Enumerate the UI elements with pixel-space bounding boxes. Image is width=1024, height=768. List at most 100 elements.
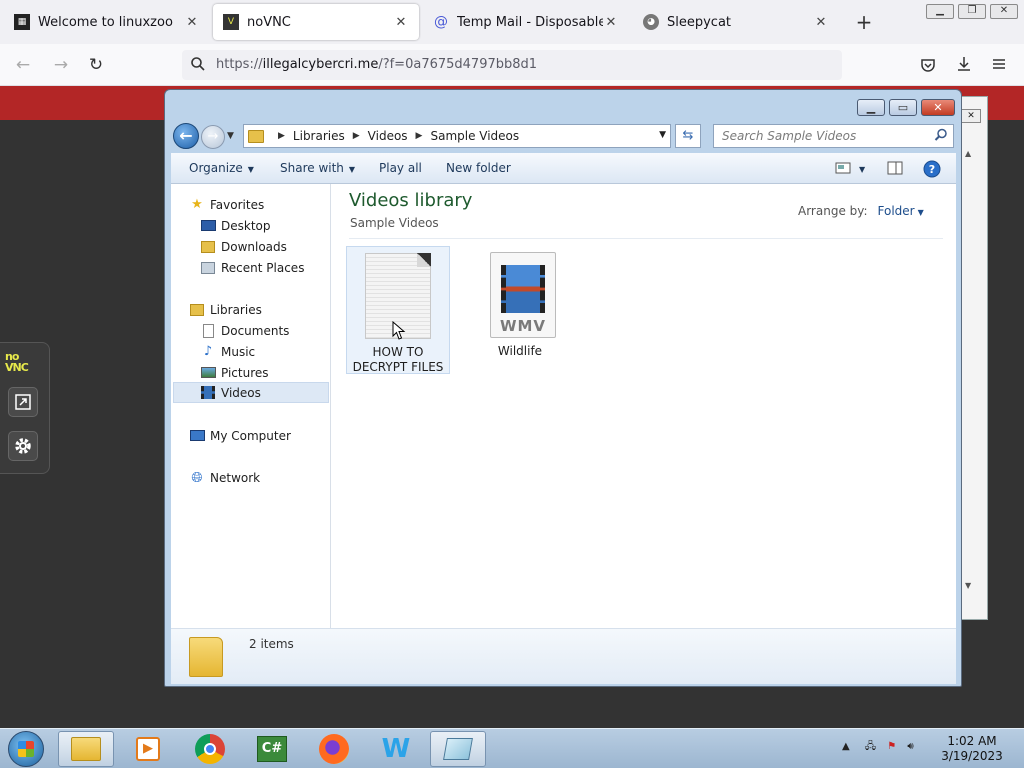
refresh-button[interactable]: ⇆ <box>675 124 701 148</box>
nav-libraries[interactable]: Libraries <box>189 299 345 320</box>
reload-icon[interactable]: ↻ <box>85 54 107 76</box>
new-folder-button[interactable]: New folder <box>446 161 511 175</box>
navigation-pane: ★ Favorites Desktop Downloads Recent Pla… <box>171 184 331 628</box>
taskbar-media-player[interactable]: ▶ <box>120 731 176 767</box>
tab-sleepycat[interactable]: ◕ Sleepycat ✕ <box>633 4 839 40</box>
mouse-cursor-icon <box>392 321 406 340</box>
fullscreen-icon <box>15 394 31 410</box>
cat-icon: ◕ <box>643 14 659 30</box>
minimize-window-button[interactable]: ▁ <box>857 99 885 116</box>
close-icon[interactable]: ✕ <box>961 109 981 123</box>
url-bar[interactable]: https://illegalcybercri.me/?f=0a7675d479… <box>182 50 842 80</box>
close-window-button[interactable]: ✕ <box>921 99 955 116</box>
chevron-right-icon[interactable]: ▶ <box>278 131 285 141</box>
taskbar-notepad[interactable] <box>430 731 486 767</box>
close-tab-icon[interactable]: ✕ <box>603 15 619 30</box>
search-icon <box>934 128 947 141</box>
chrome-icon <box>195 734 225 764</box>
file-type-label: WMV <box>499 317 547 335</box>
linuxzoo-icon: ▦ <box>14 14 30 30</box>
menu-icon[interactable] <box>991 56 1007 72</box>
back-button[interactable]: ← <box>173 123 199 149</box>
recent-pages-dropdown[interactable]: ▼ <box>227 131 234 141</box>
action-center-flag-icon[interactable]: ⚑ <box>887 741 896 752</box>
forward-arrow-icon[interactable]: → <box>50 54 72 76</box>
tab-linuxzoo[interactable]: ▦ Welcome to linuxzoo ✕ <box>4 4 210 40</box>
system-tray: ▲ 🖧︎ ⚑ 🔊︎ <box>842 739 914 756</box>
preview-pane-icon[interactable] <box>887 160 903 176</box>
change-view-icon[interactable] <box>835 160 851 176</box>
close-tab-icon[interactable]: ✕ <box>184 15 200 30</box>
forward-button[interactable]: → <box>201 125 225 149</box>
arrange-by: Arrange by: Folder ▼ <box>798 204 924 218</box>
chevron-down-icon[interactable]: ▼ <box>659 130 666 140</box>
search-placeholder: Search Sample Videos <box>722 129 857 143</box>
taskbar: ▶ C# W ▲ 🖧︎ ⚑ 🔊︎ 1:02 AM 3/19/2023 <box>0 728 1024 768</box>
taskbar-firefox[interactable] <box>306 731 362 767</box>
gear-icon <box>15 438 31 454</box>
folder-icon <box>248 129 264 143</box>
new-tab-button[interactable]: + <box>853 10 875 34</box>
minimize-browser-button[interactable]: ▁ <box>926 4 954 19</box>
pocket-icon[interactable] <box>919 56 937 74</box>
restore-browser-button[interactable]: ❐ <box>958 4 986 19</box>
tab-temp-mail[interactable]: @ Temp Mail - Disposable Temp ✕ <box>423 4 629 40</box>
play-all-button[interactable]: Play all <box>379 161 422 175</box>
back-arrow-icon[interactable]: ← <box>12 54 34 76</box>
taskbar-wing[interactable]: W <box>368 731 424 767</box>
library-subtitle[interactable]: Sample Videos <box>350 216 439 230</box>
libraries-icon <box>189 302 205 318</box>
fullscreen-button[interactable] <box>8 387 38 417</box>
search-icon <box>191 57 205 71</box>
breadcrumb-sample-videos[interactable]: Sample Videos <box>430 129 519 143</box>
nav-videos[interactable]: Videos <box>173 382 329 403</box>
breadcrumb-videos[interactable]: Videos <box>368 129 408 143</box>
breadcrumb-libraries[interactable]: Libraries <box>293 129 345 143</box>
notepad-icon <box>443 738 473 760</box>
wing-icon: W <box>381 734 411 764</box>
scroll-up-icon[interactable]: ▲ <box>965 149 971 158</box>
file-item-how-to-decrypt[interactable]: HOW TO DECRYPT FILES <box>346 246 450 374</box>
settings-button[interactable] <box>8 431 38 461</box>
taskbar-chrome[interactable] <box>182 731 238 767</box>
close-tab-icon[interactable]: ✕ <box>813 15 829 30</box>
tab-novnc[interactable]: V noVNC ✕ <box>213 4 419 40</box>
file-list-pane[interactable]: Videos library Sample Videos Arrange by:… <box>331 184 956 628</box>
documents-icon <box>200 323 216 339</box>
download-icon[interactable] <box>955 55 973 73</box>
folder-icon <box>71 737 101 761</box>
taskbar-explorer[interactable] <box>58 731 114 767</box>
chevron-right-icon[interactable]: ▶ <box>416 131 423 141</box>
arrange-by-dropdown[interactable]: Folder <box>878 204 915 218</box>
organize-button[interactable]: Organize ▼ <box>189 161 254 175</box>
computer-icon <box>189 428 205 444</box>
nav-favorites[interactable]: ★ Favorites <box>189 194 345 215</box>
share-with-button[interactable]: Share with ▼ <box>280 161 355 175</box>
help-icon[interactable]: ? <box>923 160 941 178</box>
maximize-window-button[interactable]: ▭ <box>889 99 917 116</box>
close-browser-button[interactable]: ✕ <box>990 4 1018 19</box>
browser-nav-bar: ← → ↻ https://illegalcybercri.me/?f=0a76… <box>0 44 1024 86</box>
volume-icon[interactable]: 🔊︎ <box>907 741 913 752</box>
search-input[interactable]: Search Sample Videos <box>713 124 954 148</box>
media-player-icon: ▶ <box>136 737 160 761</box>
novnc-control-panel: no VNC <box>0 342 50 474</box>
scroll-down-icon[interactable]: ▼ <box>965 581 971 590</box>
window-title-bar[interactable]: ▁ ▭ ✕ <box>165 90 961 120</box>
taskbar-csharp[interactable]: C# <box>244 731 300 767</box>
network-status-icon[interactable]: 🖧︎ <box>865 741 876 752</box>
clock[interactable]: 1:02 AM 3/19/2023 <box>930 734 1014 764</box>
nav-network[interactable]: 🌐︎ Network <box>189 467 345 488</box>
chevron-down-icon[interactable]: ▼ <box>918 208 924 217</box>
file-item-wildlife[interactable]: WMV Wildlife <box>468 246 572 374</box>
novnc-icon: V <box>223 14 239 30</box>
recent-places-icon <box>200 260 216 276</box>
close-tab-icon[interactable]: ✕ <box>393 15 409 30</box>
show-hidden-icons-icon[interactable]: ▲ <box>842 741 850 752</box>
breadcrumb[interactable]: ▶ Libraries ▶ Videos ▶ Sample Videos ▼ <box>243 124 671 148</box>
start-button[interactable] <box>8 731 44 767</box>
nav-my-computer[interactable]: My Computer <box>189 425 345 446</box>
chevron-right-icon[interactable]: ▶ <box>353 131 360 141</box>
chevron-down-icon[interactable]: ▼ <box>859 161 865 175</box>
tab-label: Welcome to linuxzoo <box>38 14 173 30</box>
